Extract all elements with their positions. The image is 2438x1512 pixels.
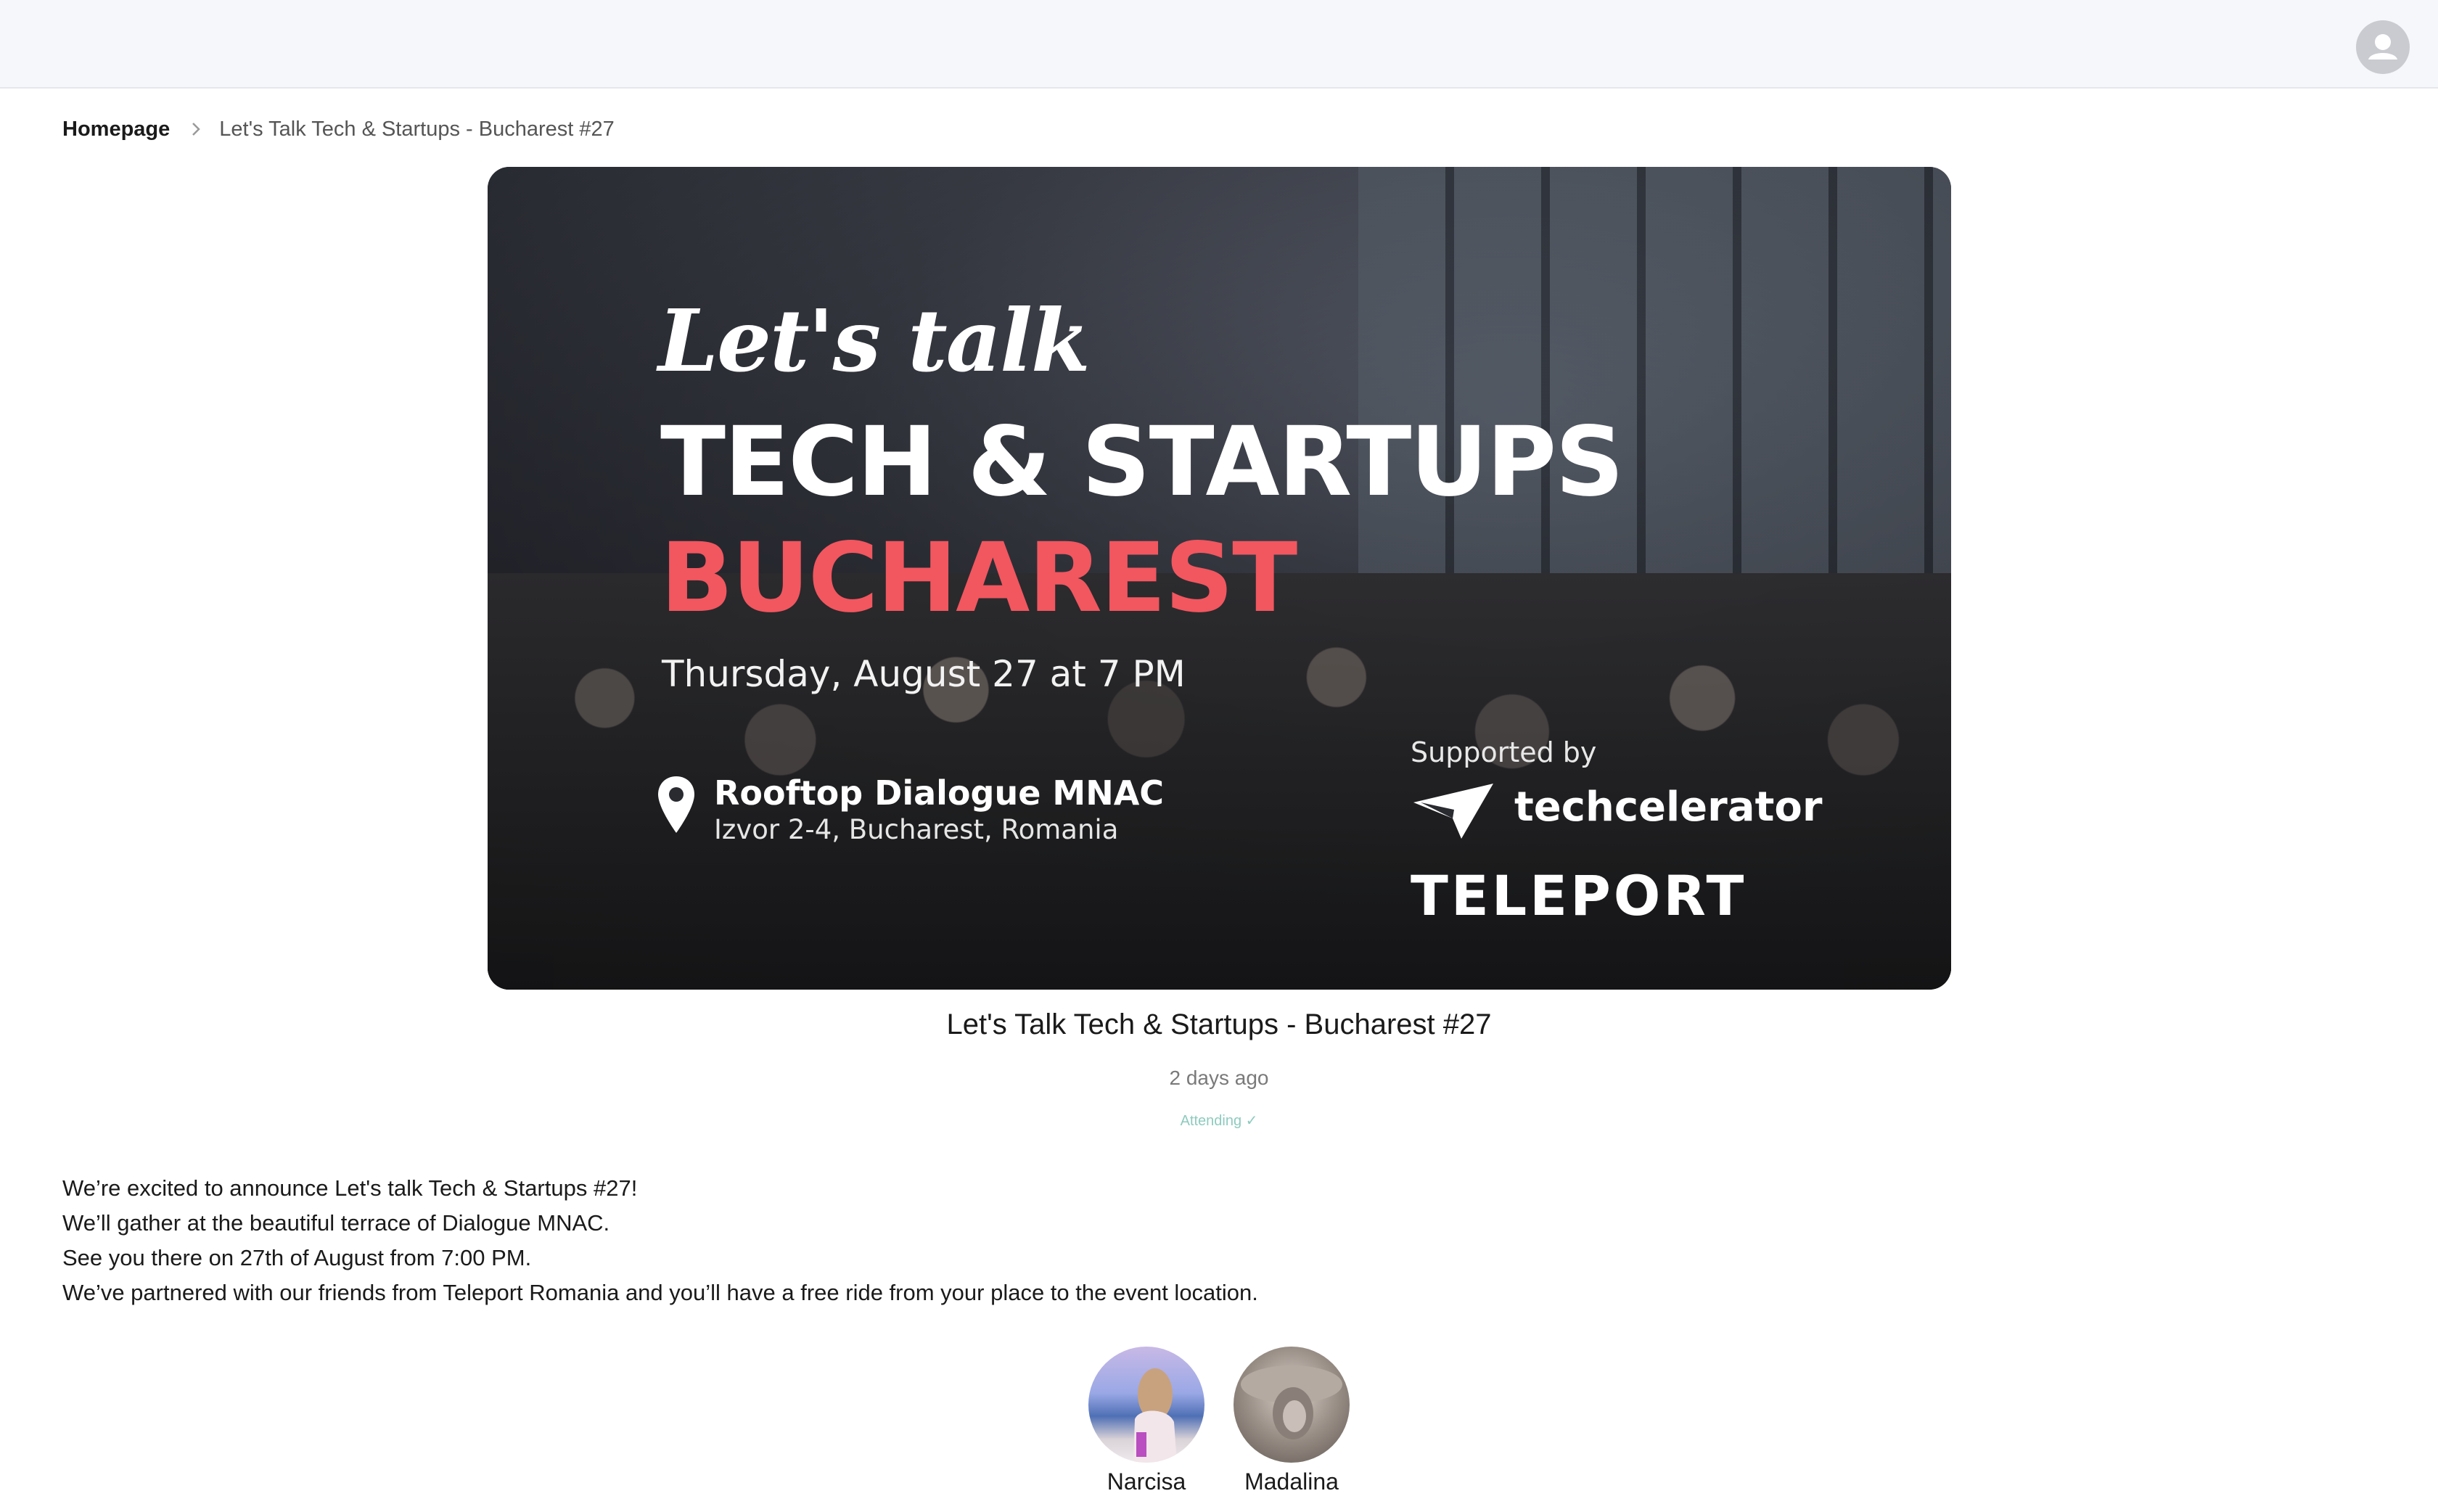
person-photo <box>1133 1368 1177 1463</box>
chevron-right-icon <box>192 123 201 136</box>
banner-headline: TECH & STARTUPS <box>660 406 1624 518</box>
banner-script-text: Let's talk <box>658 290 1091 391</box>
event-posted-time: 2 days ago <box>1169 1067 1269 1089</box>
attendee-madalina[interactable]: Madalina <box>1234 1347 1350 1495</box>
attending-status[interactable]: Attending ✓ <box>0 1112 2438 1130</box>
banner-supported-by: Supported by <box>1411 736 1597 768</box>
description-line: We’re excited to announce Let's talk Tec… <box>62 1175 638 1201</box>
description-line: We’ve partnered with our friends from Te… <box>62 1280 1258 1305</box>
avatar <box>1234 1347 1350 1463</box>
person-photo <box>1241 1365 1342 1439</box>
banner-address: Izvor 2-4, Bucharest, Romania <box>714 814 1119 845</box>
banner-sponsor-techcelerator: techcelerator <box>1514 784 1823 831</box>
banner-venue: Rooftop Dialogue MNAC <box>714 773 1165 813</box>
event-description: We’re excited to announce Let's talk Tec… <box>62 1171 1876 1310</box>
attendee-list: Narcisa Madalina <box>0 1347 2438 1495</box>
description-line: We’ll gather at the beautiful terrace of… <box>62 1210 610 1236</box>
user-icon <box>2368 34 2397 59</box>
attendee-narcisa[interactable]: Narcisa <box>1088 1347 1204 1495</box>
breadcrumb-current: Let's Talk Tech & Startups - Bucharest #… <box>219 117 615 141</box>
event-title: Let's Talk Tech & Startups - Bucharest #… <box>946 1008 1492 1040</box>
avatar <box>1088 1347 1204 1463</box>
attendee-name: Narcisa <box>1107 1468 1186 1495</box>
top-bar <box>0 0 2438 89</box>
banner-date: Thursday, August 27 at 7 PM <box>662 653 1186 695</box>
breadcrumb: Homepage Let's Talk Tech & Startups - Bu… <box>62 115 615 144</box>
banner-city: BUCHAREST <box>660 522 1297 634</box>
event-banner-image: Let's talk TECH & STARTUPS BUCHAREST Thu… <box>488 167 1951 990</box>
breadcrumb-homepage-link[interactable]: Homepage <box>62 118 170 141</box>
banner-sponsor-teleport: TELEPORT <box>1411 863 1747 928</box>
location-pin-icon <box>658 776 694 833</box>
techcelerator-logo-icon <box>1413 784 1493 839</box>
description-line: See you there on 27th of August from 7:0… <box>62 1245 532 1270</box>
attendee-name: Madalina <box>1244 1468 1339 1495</box>
user-avatar-button[interactable] <box>2356 20 2410 74</box>
